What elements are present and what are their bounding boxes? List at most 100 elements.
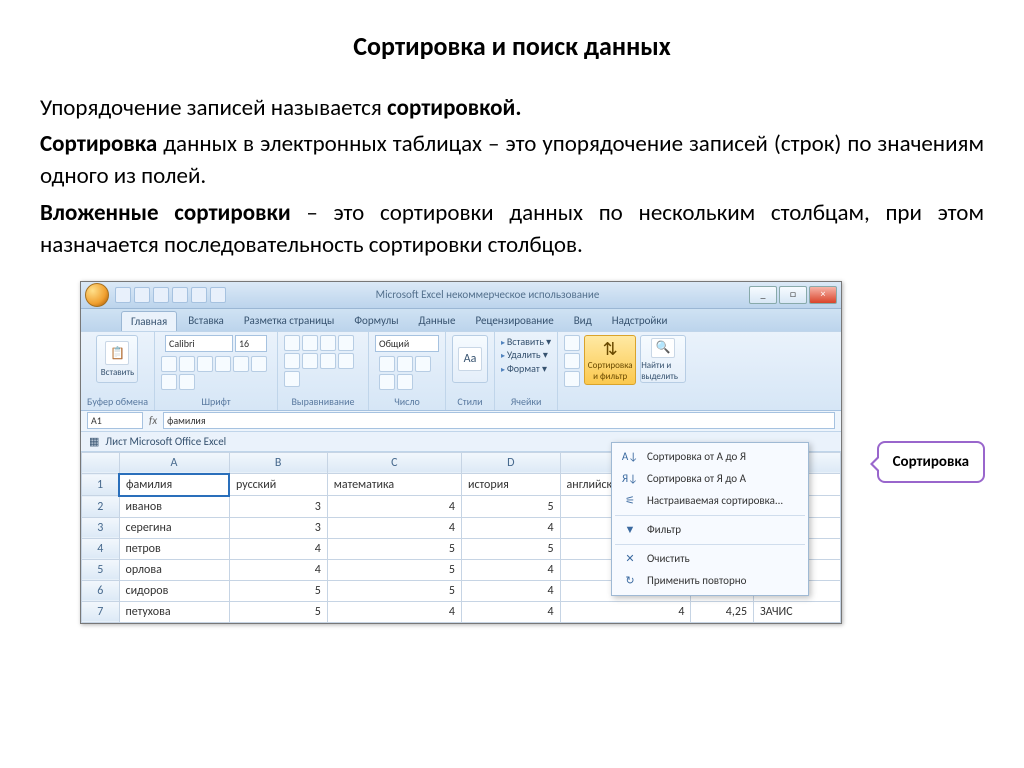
binoculars-icon: 🔍 [651,338,675,358]
sort-filter-button[interactable]: ⇅ Сортировка и фильтр [584,335,636,385]
maximize-button[interactable]: □ [779,286,807,304]
quick-access-toolbar[interactable] [115,287,226,303]
group-styles-label: Стили [457,395,482,408]
cell[interactable]: фамилия [119,474,229,496]
worksheet[interactable]: A B C D E F G 1 фамилия русский математи [81,452,841,623]
formula-bar: A1 fx фамилия [81,411,841,432]
filter-icon: ▼ [621,522,639,538]
font-name-combo[interactable]: Calibri [165,335,233,352]
cell[interactable]: 4 [327,517,461,538]
table-row: 7петухова54444,25ЗАЧИС [82,601,841,622]
cell[interactable]: 3 [229,496,327,518]
group-editing: ⇅ Сортировка и фильтр 🔍 Найти и выделить [558,332,692,410]
menu-filter[interactable]: ▼Фильтр [615,519,805,541]
titlebar: Microsoft Excel некоммерческое использов… [81,282,841,309]
tab-view[interactable]: Вид [565,311,601,331]
find-select-button[interactable]: 🔍 Найти и выделить [640,335,686,383]
number-format-combo[interactable]: Общий [375,335,439,352]
menu-sort-az[interactable]: A↓Сортировка от А до Я [615,446,805,468]
tab-home[interactable]: Главная [121,311,177,331]
number-buttons[interactable] [379,356,435,390]
office-button-icon[interactable] [85,283,109,307]
format-button[interactable]: Формат ▾ [501,362,551,375]
group-cells-label: Ячейки [511,395,542,408]
cell[interactable]: 5 [461,538,560,559]
group-number-label: Число [394,395,420,408]
font-size-combo[interactable]: 16 [235,335,267,352]
slide-title: Сортировка и поиск данных [40,30,984,62]
intro-3a: Вложенные сортировки [40,199,291,227]
cell[interactable]: петров [119,538,229,559]
group-align-label: Выравнивание [291,395,354,408]
cell[interactable]: 4 [461,580,560,601]
find-select-label: Найти и выделить [641,360,685,382]
fx-icon[interactable]: fx [149,414,157,427]
insert-row-button[interactable]: Вставить ▾ [501,335,551,348]
cell[interactable]: 4 [327,496,461,518]
styles-button[interactable]: Aa [452,335,488,383]
group-alignment: Выравнивание [278,332,369,410]
intro-1b: сортировкой. [387,94,521,122]
menu-clear[interactable]: ✕Очистить [615,548,805,570]
cell[interactable]: 4,25 [691,601,754,622]
cell[interactable]: 5 [327,538,461,559]
tab-addins[interactable]: Надстройки [603,311,677,331]
tab-review[interactable]: Рецензирование [466,311,562,331]
name-box[interactable]: A1 [87,412,143,429]
tab-pagelayout[interactable]: Разметка страницы [235,311,344,331]
tab-data[interactable]: Данные [410,311,465,331]
font-buttons[interactable] [161,356,271,390]
close-button[interactable]: × [809,286,837,304]
cell[interactable]: 3 [229,517,327,538]
paste-label: Вставить [101,367,134,378]
cell[interactable]: 4 [461,601,560,622]
cell[interactable]: 5 [461,496,560,518]
sort-filter-label: Сортировка и фильтр [585,360,635,382]
menu-sort-za[interactable]: Я↓Сортировка от Я до А [615,468,805,490]
tab-insert[interactable]: Вставка [179,311,233,331]
autosum-buttons[interactable] [564,335,580,387]
col-C[interactable]: C [327,452,461,474]
cell[interactable]: 4 [327,601,461,622]
cell[interactable]: история [461,474,560,496]
cell[interactable]: иванов [119,496,229,518]
cell[interactable]: серегина [119,517,229,538]
alignment-buttons[interactable] [284,335,362,387]
cell[interactable]: 4 [560,601,691,622]
group-styles: Aa Стили [446,332,495,410]
cell[interactable]: 4 [461,559,560,580]
delete-row-button[interactable]: Удалить ▾ [501,348,551,361]
col-B[interactable]: B [229,452,327,474]
cell[interactable]: 5 [229,580,327,601]
select-all-corner[interactable] [82,452,120,474]
tab-formulas[interactable]: Формулы [345,311,407,331]
window-title: Microsoft Excel некоммерческое использов… [226,288,749,301]
excel-file-icon: ▦ [89,435,99,448]
cell[interactable]: сидоров [119,580,229,601]
cell[interactable]: 5 [229,601,327,622]
cell[interactable]: 4 [461,517,560,538]
col-A[interactable]: A [119,452,229,474]
cell[interactable]: 5 [327,580,461,601]
sort-filter-menu: A↓Сортировка от А до Я Я↓Сортировка от Я… [611,442,809,596]
menu-reapply[interactable]: ↻Применить повторно [615,570,805,592]
cell[interactable]: 5 [327,559,461,580]
col-D[interactable]: D [461,452,560,474]
minimize-button[interactable]: _ [749,286,777,304]
intro-1a: Упорядочение записей называется [40,94,387,122]
formula-input[interactable]: фамилия [163,412,835,429]
intro-text: Упорядочение записей называется сортиров… [40,92,984,261]
cell[interactable]: 4 [229,559,327,580]
sort-filter-icon: ⇅ [603,338,618,360]
cell[interactable]: 4 [229,538,327,559]
menu-custom-sort[interactable]: ⚟Настраиваемая сортировка... [615,490,805,512]
cell[interactable]: орлова [119,559,229,580]
cell[interactable]: петухова [119,601,229,622]
cell[interactable]: математика [327,474,461,496]
cell[interactable]: ЗАЧИС [754,601,841,622]
paste-button[interactable]: 📋 Вставить [96,335,138,383]
cell[interactable]: русский [229,474,327,496]
styles-icon: Aa [458,347,482,371]
callout-sort: Сортировка [877,441,985,483]
row-header[interactable]: 1 [82,474,120,496]
